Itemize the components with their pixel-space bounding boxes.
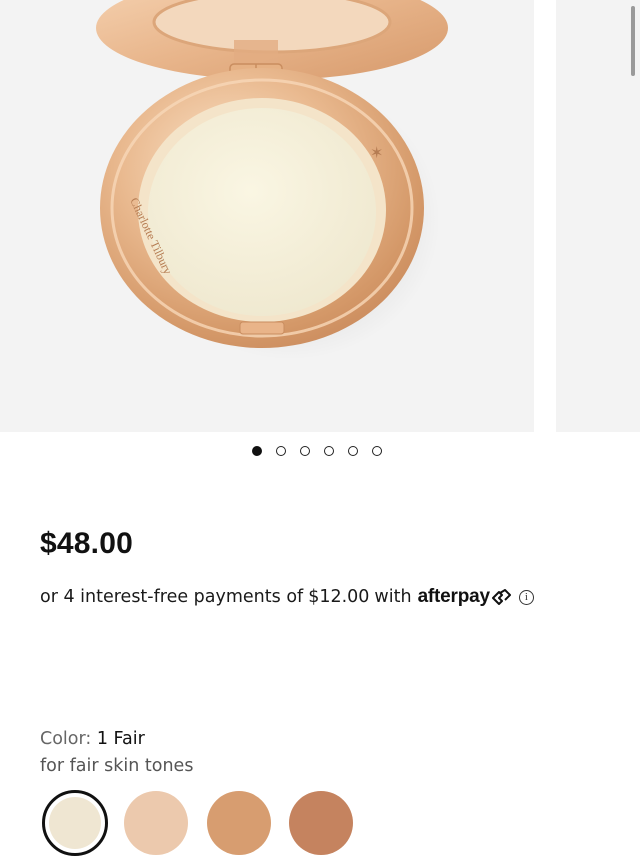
color-swatch-4[interactable] <box>289 791 353 855</box>
swatch-fill <box>49 797 101 849</box>
color-selected-value: 1 Fair <box>96 729 145 749</box>
info-icon[interactable]: i <box>518 589 534 605</box>
product-image-carousel[interactable]: Charlotte Tilbury ✶ <box>0 0 640 432</box>
afterpay-logo[interactable]: afterpay <box>418 586 491 608</box>
carousel-dot-1[interactable] <box>252 446 262 456</box>
next-image-slide-peek[interactable] <box>556 0 640 432</box>
swatch-fill <box>207 791 271 855</box>
color-label: Color: <box>40 729 92 749</box>
color-selection-label: Color: 1 Fair <box>40 729 145 749</box>
carousel-dot-5[interactable] <box>348 446 358 456</box>
color-swatch-list <box>40 788 640 856</box>
carousel-dot-2[interactable] <box>276 446 286 456</box>
installments-with: with <box>374 587 412 607</box>
carousel-pagination <box>0 446 640 460</box>
carousel-dot-3[interactable] <box>300 446 310 456</box>
color-swatch-3[interactable] <box>207 791 271 855</box>
svg-text:✶: ✶ <box>370 145 383 162</box>
color-swatch-1-fair[interactable] <box>42 790 108 856</box>
installments-prefix: or 4 interest-free payments of <box>40 587 304 607</box>
swatch-fill <box>124 791 188 855</box>
scrollbar-thumb[interactable] <box>631 6 635 76</box>
color-description: for fair skin tones <box>40 756 194 776</box>
swatch-fill <box>289 791 353 855</box>
color-swatch-2[interactable] <box>124 791 188 855</box>
carousel-dot-6[interactable] <box>372 446 382 456</box>
product-page: Charlotte Tilbury ✶ $48.00 or 4 interest… <box>0 0 640 856</box>
carousel-dot-4[interactable] <box>324 446 334 456</box>
product-price: $48.00 <box>40 527 133 560</box>
installments-message: or 4 interest-free payments of $12.00 wi… <box>40 586 534 608</box>
afterpay-arrows-icon <box>491 589 511 605</box>
installment-amount: $12.00 <box>308 587 370 607</box>
product-image-slide[interactable]: Charlotte Tilbury ✶ <box>0 0 534 432</box>
compact-image: Charlotte Tilbury ✶ <box>96 0 448 360</box>
